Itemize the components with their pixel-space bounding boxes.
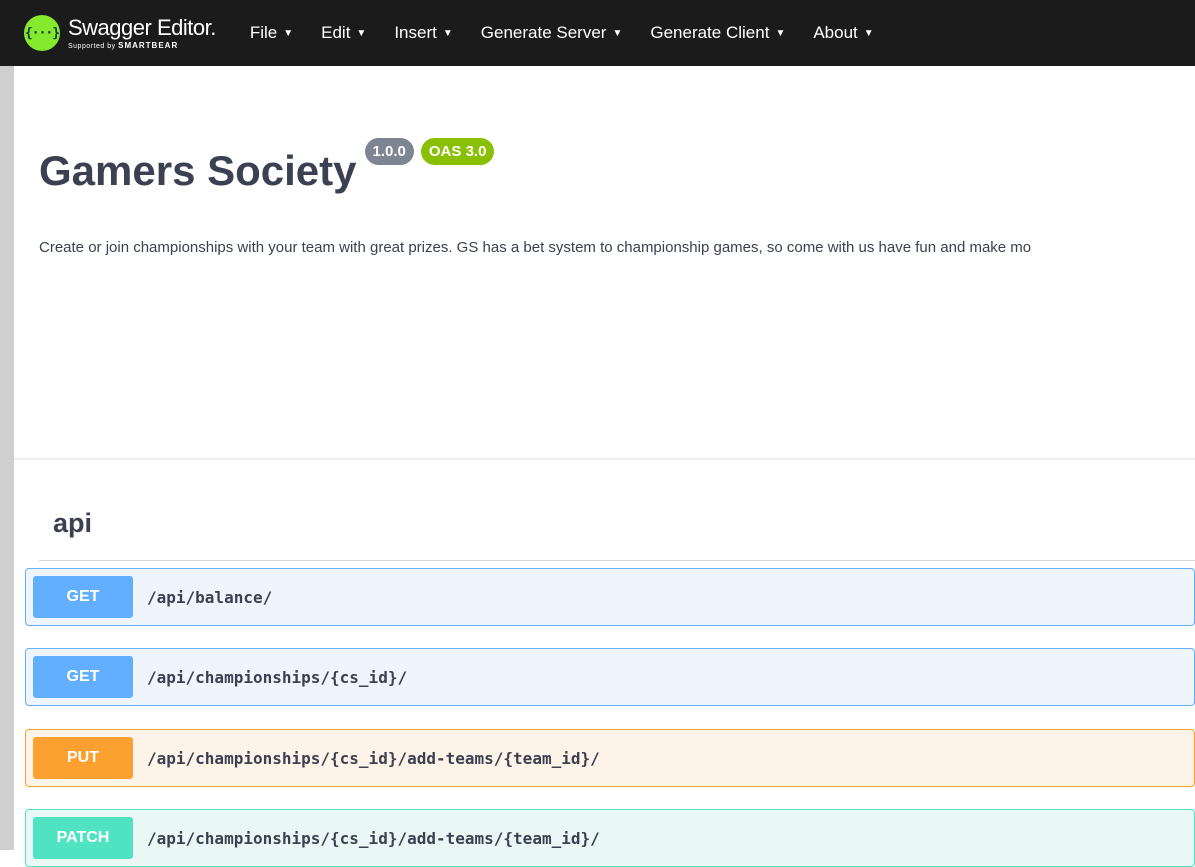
caret-down-icon: ▼ bbox=[283, 27, 294, 39]
menu-insert[interactable]: Insert ▼ bbox=[394, 23, 452, 43]
api-title: Gamers Society bbox=[39, 147, 357, 194]
logo-text: Swagger Editor. Supported by SMARTBEAR bbox=[68, 14, 216, 50]
logo-title: Swagger Editor. bbox=[68, 14, 216, 40]
operation-put-add-teams[interactable]: PUT /api/championships/{cs_id}/add-teams… bbox=[25, 729, 1195, 787]
editor-pane-edge[interactable] bbox=[0, 66, 14, 850]
operation-path: /api/championships/{cs_id}/ bbox=[147, 667, 408, 687]
swagger-logo-icon: {···} bbox=[24, 15, 60, 51]
method-badge: GET bbox=[33, 656, 133, 698]
operation-path: /api/balance/ bbox=[147, 587, 273, 607]
logo-subtitle: Supported by SMARTBEAR bbox=[68, 40, 216, 50]
logo-sub-brand: SMARTBEAR bbox=[118, 40, 179, 50]
method-badge: PATCH bbox=[33, 817, 133, 859]
menu-file-label: File bbox=[249, 23, 278, 42]
caret-down-icon: ▼ bbox=[863, 27, 874, 39]
menu-about-label: About bbox=[813, 23, 858, 42]
menu-file[interactable]: File ▼ bbox=[250, 23, 293, 43]
method-badge: PUT bbox=[33, 737, 133, 779]
menu-edit-label: Edit bbox=[321, 23, 351, 42]
operation-path: /api/championships/{cs_id}/add-teams/{te… bbox=[147, 828, 600, 848]
api-description: Create or join championships with your t… bbox=[39, 239, 1032, 256]
caret-down-icon: ▼ bbox=[775, 27, 786, 39]
menu-generate-server-label: Generate Server bbox=[480, 23, 607, 42]
method-badge: GET bbox=[33, 576, 133, 618]
operation-path: /api/championships/{cs_id}/add-teams/{te… bbox=[147, 748, 600, 768]
menu-generate-server[interactable]: Generate Server ▼ bbox=[481, 23, 623, 43]
caret-down-icon: ▼ bbox=[612, 27, 623, 39]
logo-sub-prefix: Supported by bbox=[68, 42, 116, 50]
oas-badge: OAS 3.0 bbox=[420, 138, 495, 165]
menu-edit[interactable]: Edit ▼ bbox=[321, 23, 366, 43]
version-badge: 1.0.0 bbox=[364, 138, 414, 165]
operation-patch-add-teams[interactable]: PATCH /api/championships/{cs_id}/add-tea… bbox=[25, 809, 1195, 867]
menu-about[interactable]: About ▼ bbox=[813, 23, 873, 43]
section-divider bbox=[14, 458, 1195, 460]
top-bar: {···} Swagger Editor. Supported by SMART… bbox=[0, 0, 1195, 66]
tag-name: api bbox=[53, 508, 93, 538]
menu-insert-label: Insert bbox=[394, 23, 437, 42]
operation-get-championship[interactable]: GET /api/championships/{cs_id}/ bbox=[25, 648, 1195, 706]
operation-get-balance[interactable]: GET /api/balance/ bbox=[25, 568, 1195, 626]
swagger-editor-logo[interactable]: {···} Swagger Editor. Supported by SMART… bbox=[24, 15, 216, 51]
menu-generate-client-label: Generate Client bbox=[650, 23, 770, 42]
caret-down-icon: ▼ bbox=[442, 27, 453, 39]
tag-section-header[interactable]: api bbox=[39, 496, 1195, 561]
menu-generate-client[interactable]: Generate Client ▼ bbox=[650, 23, 785, 43]
info-title-row: Gamers Society 1.0.0 OAS 3.0 bbox=[39, 138, 495, 194]
caret-down-icon: ▼ bbox=[356, 27, 367, 39]
